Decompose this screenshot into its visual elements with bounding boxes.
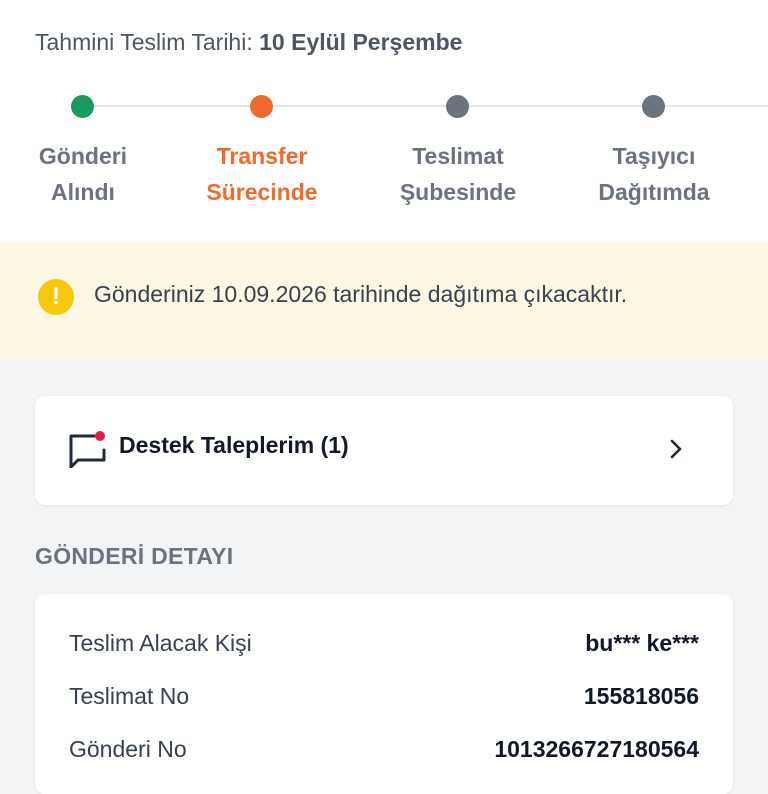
shipment-detail-card: Teslim Alacak Kişi bu*** ke*** Teslimat … xyxy=(35,594,733,794)
exclamation-icon: ! xyxy=(38,279,74,315)
progress-line xyxy=(94,105,250,107)
step-dot-transfer xyxy=(250,95,273,118)
detail-row-recipient: Teslim Alacak Kişi bu*** ke*** xyxy=(69,630,699,660)
step-label-received: Gönderi Alındı xyxy=(0,138,183,210)
detail-label: Gönderi No xyxy=(69,736,187,762)
section-title: GÖNDERİ DETAYI xyxy=(35,543,234,569)
step-label-line2: Şubesinde xyxy=(399,179,517,205)
step-dot-received xyxy=(71,95,94,118)
chevron-right-icon xyxy=(670,439,682,459)
detail-label: Teslim Alacak Kişi xyxy=(69,630,252,656)
detail-row-shipment-no: Gönderi No 1013266727180564 xyxy=(69,736,699,766)
progress-line xyxy=(665,105,768,107)
step-label-line1: Taşıyıcı xyxy=(612,143,696,169)
step-label-line1: Transfer xyxy=(216,143,308,169)
notice-text: Gönderiniz 10.09.2026 tarihinde dağıtıma… xyxy=(94,281,628,307)
step-dot-courier xyxy=(642,95,665,118)
detail-value: 1013266727180564 xyxy=(494,736,699,762)
support-requests-card[interactable]: Destek Taleplerim (1) xyxy=(35,396,733,505)
detail-row-delivery-no: Teslimat No 155818056 xyxy=(69,683,699,713)
detail-value: bu*** ke*** xyxy=(585,630,699,656)
progress-line xyxy=(273,105,446,107)
message-badge-icon xyxy=(69,431,106,468)
eta-value: 10 Eylül Perşembe xyxy=(259,29,463,55)
step-label-branch: Teslimat Şubesinde xyxy=(358,138,558,210)
detail-value: 155818056 xyxy=(583,683,699,709)
progress-line xyxy=(469,105,642,107)
estimated-delivery: Tahmini Teslim Tarihi: 10 Eylül Perşembe xyxy=(35,29,462,56)
detail-label: Teslimat No xyxy=(69,683,190,709)
tracking-header: Tahmini Teslim Tarihi: 10 Eylül Perşembe… xyxy=(0,0,768,242)
step-label-line2: Sürecinde xyxy=(206,179,318,205)
step-label-line1: Teslimat xyxy=(412,143,504,169)
step-label-line2: Alındı xyxy=(51,179,115,205)
step-dot-branch xyxy=(446,95,469,118)
eta-label: Tahmini Teslim Tarihi: xyxy=(35,29,253,55)
step-label-line2: Dağıtımda xyxy=(598,179,710,205)
step-label-line1: Gönderi xyxy=(38,143,128,169)
step-label-courier: Taşıyıcı Dağıtımda xyxy=(554,138,754,210)
step-label-transfer: Transfer Sürecinde xyxy=(162,138,362,210)
support-requests-label: Destek Taleplerim (1) xyxy=(119,432,349,458)
